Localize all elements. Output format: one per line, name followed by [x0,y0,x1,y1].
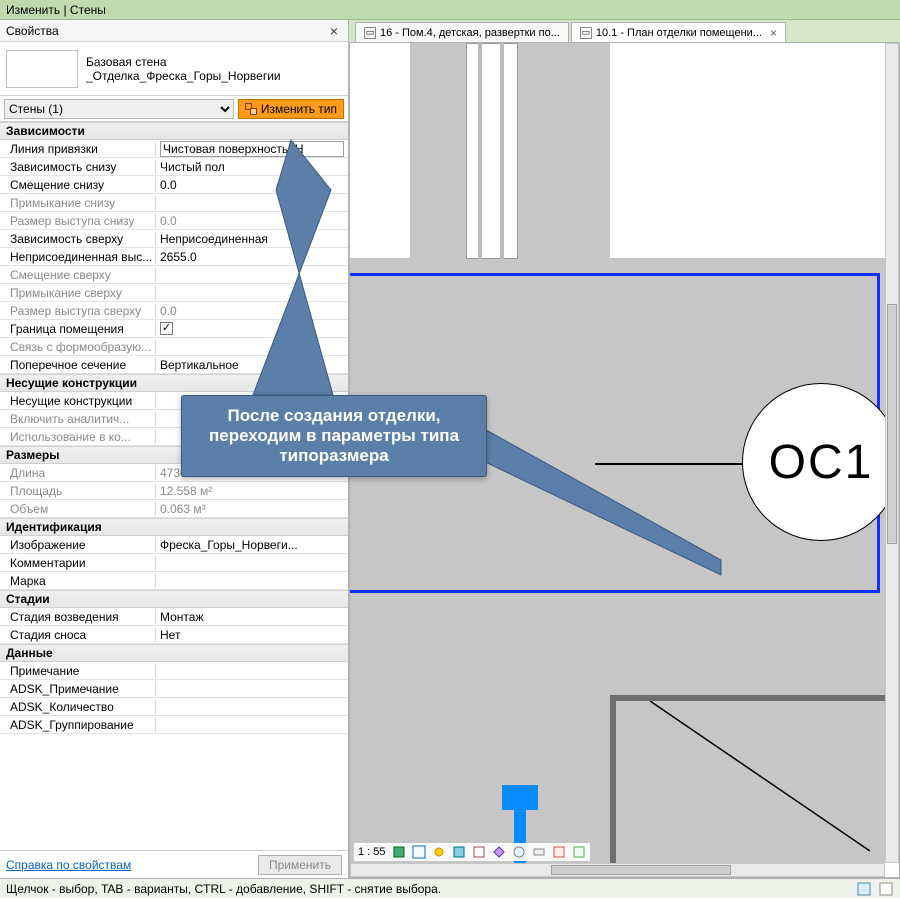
view-tabs: ▭ 16 - Пом.4, детская, развертки по... ▭ 10… [349,20,900,42]
param-value[interactable]: Монтаж [156,610,348,624]
vertical-scrollbar[interactable] [885,43,899,863]
param-label: Длина [0,466,156,480]
crop-region-icon[interactable] [492,845,506,859]
param-group-header[interactable]: Стадии [0,590,348,608]
detail-level-icon[interactable] [392,845,406,859]
annotation-arrow [181,130,741,590]
param-row[interactable]: ADSK_Количество [0,698,348,716]
visual-style-icon[interactable] [412,845,426,859]
properties-title: Свойства [6,24,59,38]
edit-type-icon [245,103,257,115]
param-label: Комментарии [0,556,156,570]
param-row[interactable]: Стадия сносаНет [0,626,348,644]
properties-header: Свойства × [0,20,348,42]
param-row[interactable]: Примечание [0,662,348,680]
edit-type-label: Изменить тип [261,102,337,116]
crop-view-icon[interactable] [472,845,486,859]
param-label: Размер выступа снизу [0,214,156,228]
param-label: Включить аналитич... [0,412,156,426]
param-label: Зависимость сверху [0,232,156,246]
view-control-bar: 1 : 55 [354,843,590,861]
room-tag-label: ОС1 [769,435,874,490]
view-tab-label: 10.1 - План отделки помещени... [596,27,762,39]
section-line [610,701,870,863]
edit-type-button[interactable]: Изменить тип [238,99,344,119]
view-tab-icon: ▭ [580,27,592,39]
shadows-icon[interactable] [452,845,466,859]
view-scale[interactable]: 1 : 55 [358,846,386,858]
param-label: Линия привязки [0,142,156,156]
status-hint: Щелчок - выбор, TAB - варианты, CTRL - д… [6,882,441,896]
param-label: Использование в ко... [0,430,156,444]
filter-status-icon[interactable] [856,881,872,897]
status-bar: Щелчок - выбор, TAB - варианты, CTRL - д… [0,878,900,898]
type-filter-row: Стены (1) Изменить тип [0,96,348,122]
ribbon-context-bar: Изменить | Стены [0,0,900,20]
view-tab-label: 16 - Пом.4, детская, развертки по... [380,27,560,39]
type-type-name: _Отделка_Фреска_Горы_Норвегии [86,69,342,83]
param-label: ADSK_Примечание [0,682,156,696]
param-value[interactable]: Нет [156,628,348,642]
param-label: Изображение [0,538,156,552]
param-label: Смещение сверху [0,268,156,282]
type-text: Базовая стена _Отделка_Фреска_Горы_Норве… [86,55,342,83]
param-row[interactable]: Стадия возведенияМонтаж [0,608,348,626]
tab-close-icon[interactable]: × [766,26,777,40]
param-label: ADSK_Группирование [0,718,156,732]
param-label: Объем [0,502,156,516]
param-label: Примечание [0,664,156,678]
param-label: Зависимость снизу [0,160,156,174]
view-tab[interactable]: ▭ 10.1 - План отделки помещени... × [571,22,786,42]
param-group-header[interactable]: Данные [0,644,348,662]
annotation-callout: После создания отделки, переходим в пара… [181,395,487,477]
param-row[interactable]: ADSK_Примечание [0,680,348,698]
param-label: ADSK_Количество [0,700,156,714]
view-tab[interactable]: ▭ 16 - Пом.4, детская, развертки по... [355,22,569,42]
param-label: Размер выступа сверху [0,304,156,318]
param-label: Примыкание снизу [0,196,156,210]
close-icon[interactable]: × [326,23,342,39]
param-label: Связь с формообразую... [0,340,156,354]
type-family-name: Базовая стена [86,55,342,69]
context-title: Изменить | Стены [6,3,106,17]
hide-isolate-icon[interactable] [512,845,526,859]
param-label: Марка [0,574,156,588]
type-thumbnail [6,50,78,88]
param-label: Граница помещения [0,322,156,336]
checkbox-icon[interactable]: ✓ [160,322,173,335]
param-label: Поперечное сечение [0,358,156,372]
apply-button[interactable]: Применить [258,855,342,875]
param-row[interactable]: ADSK_Группирование [0,716,348,734]
param-label: Стадия возведения [0,610,156,624]
sun-path-icon[interactable] [432,845,446,859]
param-label: Неприсоединенная выс... [0,250,156,264]
horizontal-scrollbar[interactable] [350,863,885,877]
reveal-hidden-icon[interactable] [532,845,546,859]
reveal-constraints-icon[interactable] [572,845,586,859]
instance-filter-select[interactable]: Стены (1) [4,99,234,119]
temp-view-props-icon[interactable] [552,845,566,859]
properties-help-link[interactable]: Справка по свойствам [6,858,131,872]
select-status-icon[interactable] [878,881,894,897]
param-label: Несущие конструкции [0,394,156,408]
param-label: Примыкание сверху [0,286,156,300]
properties-footer: Справка по свойствам Применить [0,850,348,878]
view-tab-icon: ▭ [364,27,376,39]
type-selector[interactable]: Базовая стена _Отделка_Фреска_Горы_Норве… [0,42,348,96]
param-label: Смещение снизу [0,178,156,192]
param-label: Площадь [0,484,156,498]
annotation-text: После создания отделки, переходим в пара… [209,406,459,465]
param-label: Стадия сноса [0,628,156,642]
